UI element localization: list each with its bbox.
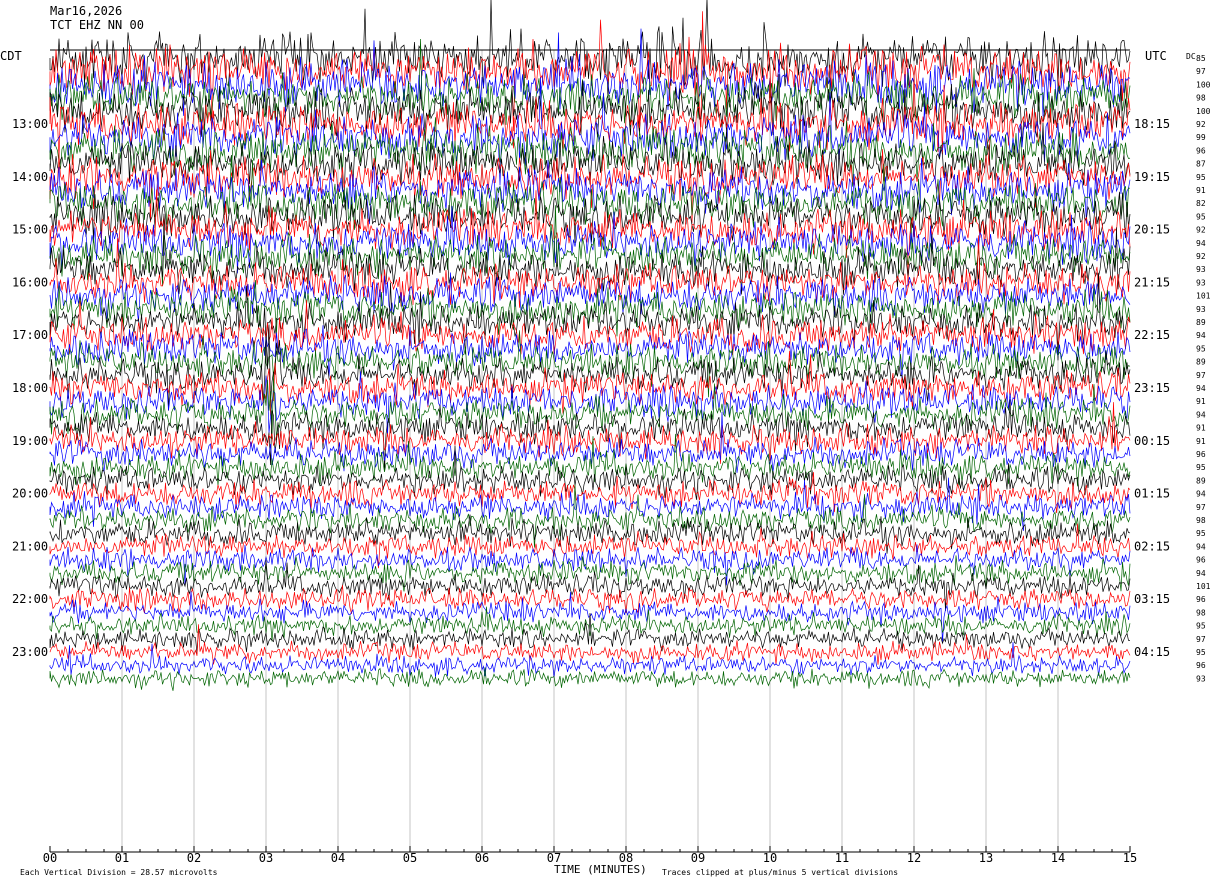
- dc-value: 98: [1196, 94, 1206, 103]
- right-hour-label: 01:15: [1134, 487, 1170, 501]
- trace-line: [49, 667, 1131, 691]
- dc-value: 98: [1196, 608, 1206, 617]
- left-hour-label: 16:00: [12, 275, 48, 289]
- trace-line: [49, 445, 1131, 500]
- dc-value: 94: [1196, 331, 1206, 340]
- dc-value: 87: [1196, 160, 1206, 169]
- dc-value: 94: [1196, 410, 1206, 419]
- left-axis-label: CDT: [0, 49, 22, 63]
- dc-value: 96: [1196, 595, 1206, 604]
- dc-value: 97: [1196, 67, 1206, 76]
- dc-value: 97: [1196, 371, 1206, 380]
- dc-value: 95: [1196, 622, 1206, 631]
- dc-value: 92: [1196, 120, 1206, 129]
- left-hour-label: 15:00: [12, 223, 48, 237]
- dc-value: 95: [1196, 463, 1206, 472]
- dc-value: 97: [1196, 635, 1206, 644]
- dc-value: 91: [1196, 424, 1206, 433]
- left-hour-label: 13:00: [12, 117, 48, 131]
- x-tick-label: 06: [475, 851, 489, 865]
- x-tick-label: 05: [403, 851, 417, 865]
- dc-value: 95: [1196, 648, 1206, 657]
- seismogram-plot: 00 01 02 03 04 05 06 07 08 09 10 11 12 13 14 1513:0014:…: [12, 0, 1210, 865]
- dc-value: 91: [1196, 437, 1206, 446]
- x-tick-label: 15: [1123, 851, 1137, 865]
- scale-note: Each Vertical Division = 28.57 microvolt…: [20, 868, 218, 877]
- dc-value: 96: [1196, 450, 1206, 459]
- dc-value: 95: [1196, 344, 1206, 353]
- right-hour-label: 23:15: [1134, 381, 1170, 395]
- dc-value: 94: [1196, 384, 1206, 393]
- x-tick-label: 02: [187, 851, 201, 865]
- clip-note: Traces clipped at plus/minus 5 vertical …: [662, 868, 899, 877]
- dc-value: 95: [1196, 529, 1206, 538]
- right-hour-label: 18:15: [1134, 117, 1170, 131]
- dc-value: 101: [1196, 292, 1210, 301]
- left-hour-label: 14:00: [12, 170, 48, 184]
- x-tick-label: 12: [907, 851, 921, 865]
- dc-value: 96: [1196, 556, 1206, 565]
- dc-value: 100: [1196, 80, 1210, 89]
- station-date: Mar16,2026: [50, 4, 123, 18]
- left-hour-label: 19:00: [12, 434, 48, 448]
- dc-value: 82: [1196, 199, 1206, 208]
- x-tick-label: 09: [691, 851, 705, 865]
- dc-value: 95: [1196, 212, 1206, 221]
- dc-value: 93: [1196, 278, 1206, 287]
- dc-value: 94: [1196, 239, 1206, 248]
- x-tick-label: 03: [259, 851, 273, 865]
- trace-line: [49, 371, 1131, 437]
- x-tick-label: 10: [763, 851, 777, 865]
- left-hour-label: 17:00: [12, 328, 48, 342]
- right-hour-label: 21:15: [1134, 275, 1170, 289]
- dc-value: 93: [1196, 265, 1206, 274]
- trace-line: [49, 585, 1131, 614]
- right-hour-label: 22:15: [1134, 328, 1170, 342]
- dc-value: 95: [1196, 173, 1206, 182]
- dc-value: 93: [1196, 305, 1206, 314]
- dc-value: 101: [1196, 582, 1210, 591]
- dc-value: 92: [1196, 252, 1206, 261]
- x-tick-label: 13: [979, 851, 993, 865]
- dc-label: DC: [1186, 52, 1196, 61]
- dc-value: 94: [1196, 569, 1206, 578]
- left-hour-label: 22:00: [12, 592, 48, 606]
- left-hour-label: 23:00: [12, 645, 48, 659]
- x-tick-label: 04: [331, 851, 345, 865]
- dc-value: 85: [1196, 54, 1206, 63]
- dc-value: 91: [1196, 186, 1206, 195]
- right-hour-label: 03:15: [1134, 592, 1170, 606]
- dc-value: 97: [1196, 503, 1206, 512]
- trace-line: [49, 189, 1131, 288]
- left-hour-label: 20:00: [12, 487, 48, 501]
- right-hour-label: 02:15: [1134, 539, 1170, 553]
- dc-value: 98: [1196, 516, 1206, 525]
- x-tick-label: 11: [835, 851, 849, 865]
- right-hour-label: 20:15: [1134, 223, 1170, 237]
- right-hour-label: 19:15: [1134, 170, 1170, 184]
- left-hour-label: 21:00: [12, 539, 48, 553]
- dc-value: 89: [1196, 358, 1206, 367]
- dc-value: 93: [1196, 674, 1206, 683]
- dc-value: 94: [1196, 542, 1206, 551]
- dc-value: 100: [1196, 107, 1210, 116]
- x-axis-title: TIME (MINUTES): [554, 863, 647, 876]
- right-axis-label: UTC: [1145, 49, 1167, 63]
- right-hour-label: 00:15: [1134, 434, 1170, 448]
- trace-line: [49, 624, 1131, 665]
- dc-value: 96: [1196, 146, 1206, 155]
- dc-value: 96: [1196, 661, 1206, 670]
- x-tick-label: 00: [43, 851, 57, 865]
- x-tick-label: 14: [1051, 851, 1065, 865]
- station-channel: TCT EHZ NN 00: [50, 18, 144, 32]
- dc-value: 89: [1196, 476, 1206, 485]
- x-tick-label: 01: [115, 851, 129, 865]
- right-hour-label: 04:15: [1134, 645, 1170, 659]
- left-hour-label: 18:00: [12, 381, 48, 395]
- dc-value: 94: [1196, 490, 1206, 499]
- dc-value: 89: [1196, 318, 1206, 327]
- dc-value: 99: [1196, 133, 1206, 142]
- dc-value: 92: [1196, 226, 1206, 235]
- dc-value: 91: [1196, 397, 1206, 406]
